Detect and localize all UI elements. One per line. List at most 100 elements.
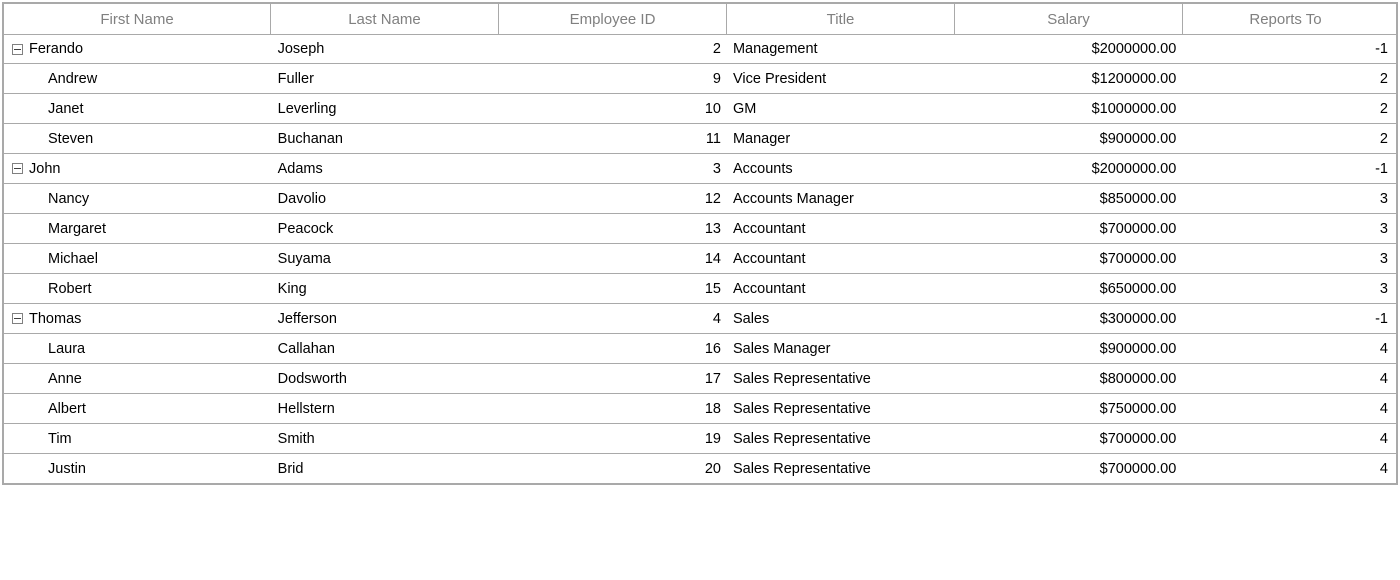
firstname-text: Ferando	[29, 41, 83, 57]
cell-title: GM	[727, 101, 955, 117]
table-row[interactable]: JanetLeverling10GM$1000000.002	[3, 94, 1397, 124]
cell-empid: 4	[499, 311, 727, 327]
cell-title: Accounts	[727, 161, 955, 177]
collapse-icon[interactable]	[12, 163, 23, 174]
table-row[interactable]: MargaretPeacock13Accountant$700000.003	[3, 214, 1397, 244]
table-row[interactable]: FerandoJoseph2Management$2000000.00-1	[3, 34, 1397, 64]
cell-lastname: Jefferson	[272, 311, 500, 327]
cell-title: Vice President	[727, 71, 955, 87]
cell-firstname: Margaret	[4, 221, 272, 237]
cell-title: Accountant	[727, 251, 955, 267]
cell-salary: $2000000.00	[955, 161, 1183, 177]
cell-title: Sales	[727, 311, 955, 327]
cell-firstname: Janet	[4, 101, 272, 117]
cell-empid: 18	[499, 401, 727, 417]
cell-lastname: Fuller	[272, 71, 500, 87]
cell-lastname: Callahan	[272, 341, 500, 357]
table-row[interactable]: LauraCallahan16Sales Manager$900000.004	[3, 334, 1397, 364]
table-row[interactable]: AlbertHellstern18Sales Representative$75…	[3, 394, 1397, 424]
column-header-firstname[interactable]: First Name	[3, 3, 271, 35]
cell-firstname: Steven	[4, 131, 272, 147]
cell-empid: 9	[499, 71, 727, 87]
table-row[interactable]: AnneDodsworth17Sales Representative$8000…	[3, 364, 1397, 394]
cell-empid: 11	[499, 131, 727, 147]
column-header-empid[interactable]: Employee ID	[499, 3, 727, 35]
firstname-text: Albert	[48, 401, 86, 417]
cell-firstname: Thomas	[4, 311, 272, 327]
table-row[interactable]: StevenBuchanan11Manager$900000.002	[3, 124, 1397, 154]
column-header-lastname[interactable]: Last Name	[271, 3, 499, 35]
cell-empid: 10	[499, 101, 727, 117]
cell-salary: $1000000.00	[955, 101, 1183, 117]
cell-salary: $900000.00	[955, 131, 1183, 147]
grid-body: FerandoJoseph2Management$2000000.00-1And…	[3, 34, 1397, 484]
cell-lastname: Buchanan	[272, 131, 500, 147]
cell-firstname: Nancy	[4, 191, 272, 207]
cell-reports: 4	[1182, 341, 1396, 357]
cell-empid: 17	[499, 371, 727, 387]
firstname-text: Andrew	[48, 71, 97, 87]
cell-title: Sales Representative	[727, 431, 955, 447]
cell-empid: 20	[499, 461, 727, 477]
firstname-text: Steven	[48, 131, 93, 147]
cell-empid: 12	[499, 191, 727, 207]
firstname-text: John	[29, 161, 60, 177]
cell-title: Management	[727, 41, 955, 57]
column-header-salary[interactable]: Salary	[955, 3, 1183, 35]
cell-salary: $700000.00	[955, 461, 1183, 477]
cell-lastname: Leverling	[272, 101, 500, 117]
cell-title: Sales Representative	[727, 461, 955, 477]
table-row[interactable]: RobertKing15Accountant$650000.003	[3, 274, 1397, 304]
cell-salary: $1200000.00	[955, 71, 1183, 87]
cell-salary: $700000.00	[955, 251, 1183, 267]
table-row[interactable]: JohnAdams3Accounts$2000000.00-1	[3, 154, 1397, 184]
cell-reports: -1	[1182, 311, 1396, 327]
table-row[interactable]: ThomasJefferson4Sales$300000.00-1	[3, 304, 1397, 334]
cell-reports: 3	[1182, 281, 1396, 297]
cell-salary: $700000.00	[955, 221, 1183, 237]
cell-lastname: Brid	[272, 461, 500, 477]
cell-reports: -1	[1182, 41, 1396, 57]
cell-reports: 4	[1182, 401, 1396, 417]
cell-reports: 2	[1182, 101, 1396, 117]
collapse-icon[interactable]	[12, 313, 23, 324]
firstname-text: Anne	[48, 371, 82, 387]
cell-firstname: Anne	[4, 371, 272, 387]
cell-title: Sales Representative	[727, 401, 955, 417]
cell-lastname: Davolio	[272, 191, 500, 207]
cell-lastname: Dodsworth	[272, 371, 500, 387]
firstname-text: Tim	[48, 431, 72, 447]
cell-title: Accountant	[727, 221, 955, 237]
cell-firstname: Justin	[4, 461, 272, 477]
cell-lastname: King	[272, 281, 500, 297]
firstname-text: Michael	[48, 251, 98, 267]
table-row[interactable]: MichaelSuyama14Accountant$700000.003	[3, 244, 1397, 274]
table-row[interactable]: TimSmith19Sales Representative$700000.00…	[3, 424, 1397, 454]
cell-reports: 4	[1182, 461, 1396, 477]
cell-reports: 3	[1182, 221, 1396, 237]
firstname-text: Nancy	[48, 191, 89, 207]
cell-lastname: Peacock	[272, 221, 500, 237]
cell-salary: $700000.00	[955, 431, 1183, 447]
cell-firstname: Laura	[4, 341, 272, 357]
cell-reports: -1	[1182, 161, 1396, 177]
tree-grid[interactable]: First Name Last Name Employee ID Title S…	[2, 2, 1398, 485]
cell-firstname: Ferando	[4, 41, 272, 57]
cell-firstname: Tim	[4, 431, 272, 447]
cell-title: Sales Manager	[727, 341, 955, 357]
firstname-text: Margaret	[48, 221, 106, 237]
table-row[interactable]: JustinBrid20Sales Representative$700000.…	[3, 454, 1397, 484]
table-row[interactable]: AndrewFuller9Vice President$1200000.002	[3, 64, 1397, 94]
cell-salary: $750000.00	[955, 401, 1183, 417]
cell-lastname: Joseph	[272, 41, 500, 57]
column-header-reports[interactable]: Reports To	[1183, 3, 1397, 35]
cell-salary: $800000.00	[955, 371, 1183, 387]
column-header-title[interactable]: Title	[727, 3, 955, 35]
cell-reports: 2	[1182, 131, 1396, 147]
cell-salary: $650000.00	[955, 281, 1183, 297]
table-row[interactable]: NancyDavolio12Accounts Manager$850000.00…	[3, 184, 1397, 214]
collapse-icon[interactable]	[12, 44, 23, 55]
cell-lastname: Smith	[272, 431, 500, 447]
cell-firstname: Michael	[4, 251, 272, 267]
cell-lastname: Suyama	[272, 251, 500, 267]
